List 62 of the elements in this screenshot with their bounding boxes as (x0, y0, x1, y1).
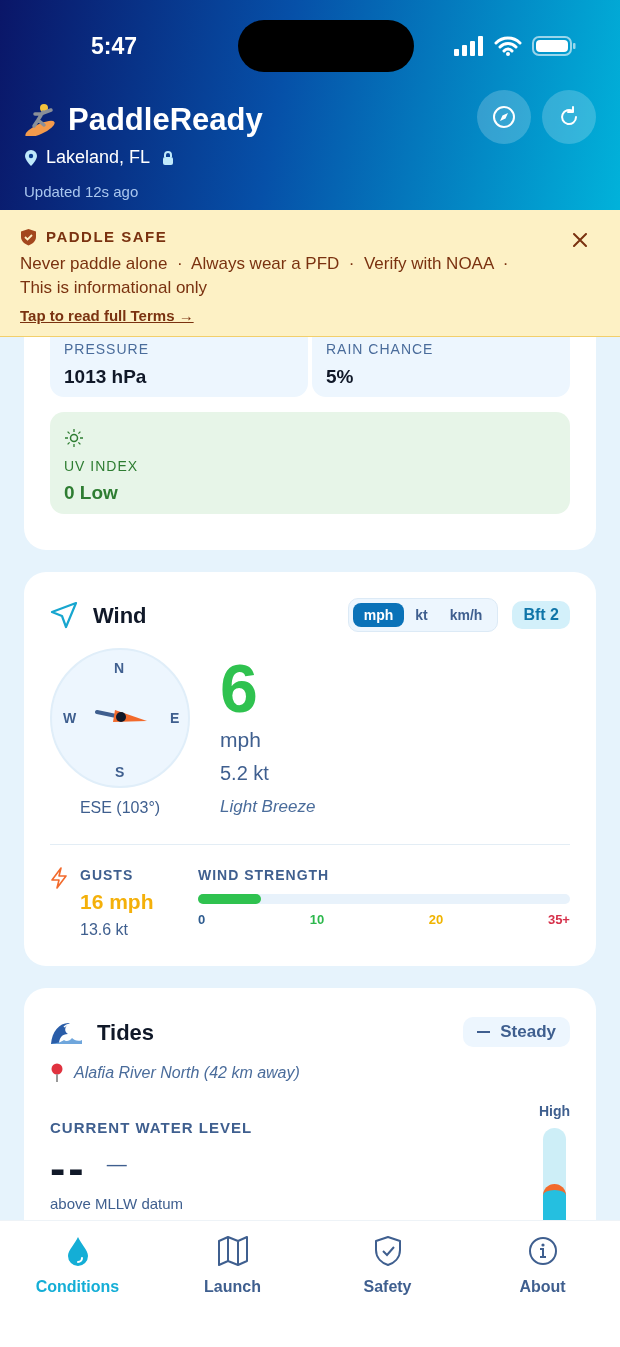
stat-label: RAIN CHANCE (326, 340, 435, 359)
banner-title: PADDLE SAFE (46, 227, 168, 247)
wind-speed: 6 (220, 654, 259, 722)
shield-check-icon (20, 228, 37, 247)
speed-knots: 5.2 kt (220, 760, 270, 786)
gusts-value: 16 mph (80, 889, 155, 915)
wifi-icon (494, 36, 523, 56)
lightning-icon (50, 867, 68, 889)
wind-direction: ESE (103°) (79, 798, 161, 818)
water-level-label: CURRENT WATER LEVEL (50, 1117, 254, 1138)
surfer-icon (24, 102, 58, 136)
app-title: PaddleReady (68, 103, 263, 135)
updated-time: Updated 12s ago (24, 182, 140, 202)
tab-item[interactable]: About (465, 1233, 620, 1299)
stat-value: 1013 hPa (64, 365, 148, 389)
scale-tick: 35+ (547, 911, 570, 929)
scale-tick: 0 (198, 911, 206, 929)
compass-west: W (63, 709, 77, 728)
unit-tab[interactable]: mph (352, 603, 405, 627)
gusts-label: GUSTS (80, 866, 135, 885)
compass-button[interactable] (477, 90, 531, 144)
navigation-arrow-icon (50, 601, 78, 629)
uv-value: 0 Low (64, 481, 118, 505)
card-title: Wind (93, 601, 147, 630)
scale-tick: 10 (309, 911, 325, 929)
clock-time: 5:47 (91, 31, 138, 61)
datum-label: above MLLW datum (50, 1194, 185, 1214)
lock-icon (162, 149, 175, 166)
wind-description: Light Breeze (220, 795, 316, 818)
trend-label: Steady (500, 1021, 556, 1044)
tab-item[interactable]: Safety (310, 1233, 465, 1299)
speed-unit: mph (220, 727, 262, 753)
stat-value: 5% (326, 365, 355, 389)
strength-label: WIND STRENGTH (198, 866, 331, 885)
unit-tab[interactable]: kt (404, 603, 439, 627)
map-icon (216, 1233, 249, 1269)
compass-north: N (114, 659, 125, 678)
battery-icon (532, 36, 577, 56)
map-pin-icon (50, 1062, 64, 1083)
uv-label: UV INDEX (64, 457, 139, 476)
meter-label: High (538, 1101, 570, 1121)
unit-tab[interactable]: km/h (438, 603, 494, 627)
compass-icon (492, 105, 516, 129)
water-level-value: -- (50, 1143, 87, 1193)
location-pin-icon (24, 148, 38, 167)
tab-item[interactable]: Launch (155, 1233, 310, 1299)
refresh-button[interactable] (542, 90, 596, 144)
minus-icon (477, 1031, 491, 1033)
close-icon (573, 233, 587, 247)
compass-east: E (170, 709, 180, 728)
tide-station: Alafia River North (42 km away) (74, 1062, 300, 1083)
location-label: Lakeland, FL (46, 146, 151, 169)
water-level-unit: — (106, 1152, 127, 1177)
beaufort-badge: Bft 2 (512, 601, 570, 629)
terms-link[interactable]: Tap to read full Terms → (20, 304, 194, 327)
sun-icon (64, 428, 84, 448)
compass-south: S (115, 763, 125, 782)
scale-tick: 20 (428, 911, 444, 929)
stat-label: PRESSURE (64, 340, 151, 359)
gusts-knots: 13.6 kt (80, 919, 130, 940)
card-title: Tides (97, 1018, 155, 1047)
banner-message: Never paddle alone · Always wear a PFD · Verify with NOAA · This is informational only (20, 252, 510, 299)
